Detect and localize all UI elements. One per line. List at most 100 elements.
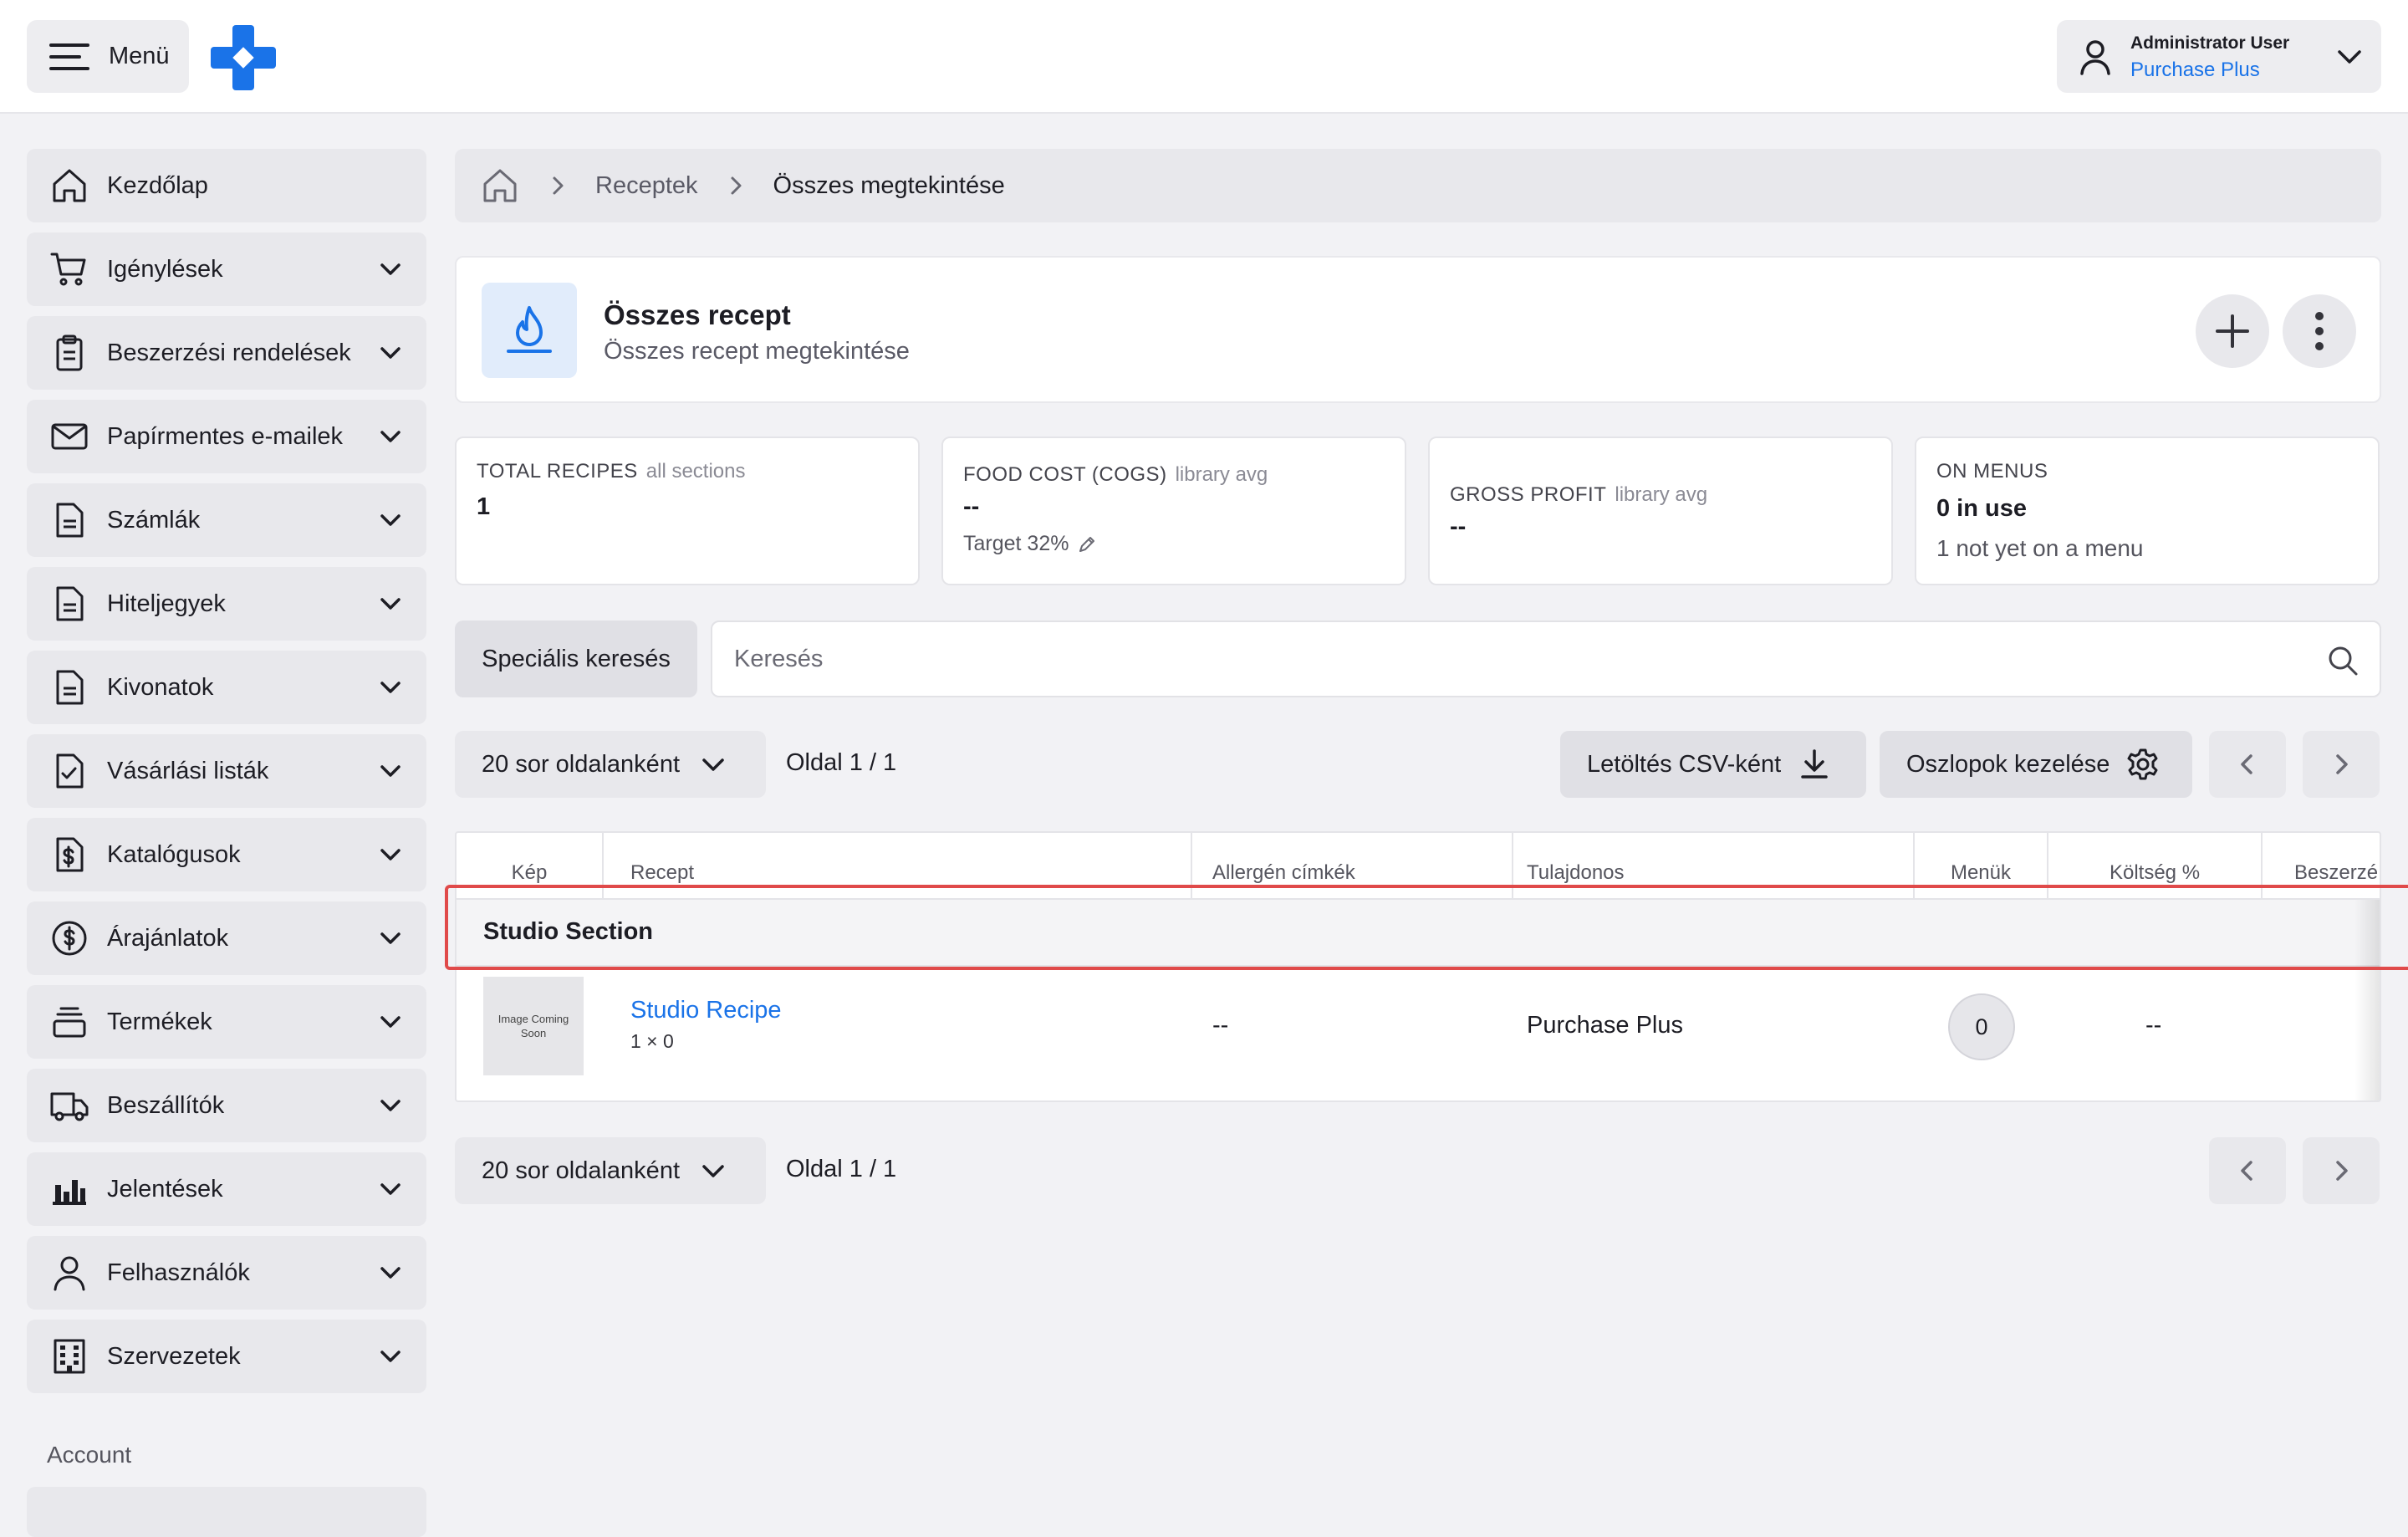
sidebar-item-szamlak[interactable]: Számlák xyxy=(27,483,426,557)
kebab-icon xyxy=(2315,312,2324,350)
home-icon[interactable] xyxy=(480,166,520,206)
sidebar-item-hiteljegyek[interactable]: Hiteljegyek xyxy=(27,567,426,641)
truck-icon xyxy=(50,1092,89,1121)
next-page-button[interactable] xyxy=(2303,731,2380,798)
sidebar-item-felhasznalok[interactable]: Felhasználók xyxy=(27,1236,426,1310)
stat-total-recipes: TOTAL RECIPES all sections 1 xyxy=(455,437,920,585)
advanced-search-button[interactable]: Speciális keresés xyxy=(455,620,697,697)
page-title: Összes recept xyxy=(604,299,791,330)
sidebar-item-label: Szervezetek xyxy=(107,1342,241,1370)
dollar-document-icon xyxy=(56,837,84,872)
sidebar-item-kivonatok[interactable]: Kivonatok xyxy=(27,651,426,724)
sidebar-item-beszerzesi-rendelesek[interactable]: Beszerzési rendelések xyxy=(27,316,426,390)
search-placeholder: Keresés xyxy=(734,645,824,672)
breadcrumb-receptek[interactable]: Receptek xyxy=(595,172,698,200)
menus-count-badge[interactable]: 0 xyxy=(1948,993,2015,1060)
rows-per-page-label: 20 sor oldalanként xyxy=(482,750,680,778)
sidebar-item-label: Hiteljegyek xyxy=(107,590,226,617)
checklist-icon xyxy=(56,753,84,789)
stat-sublabel: all sections xyxy=(645,460,746,483)
breadcrumb-current: Összes megtekintése xyxy=(773,171,1005,199)
sidebar-item-label: Beszállítók xyxy=(107,1091,225,1119)
sidebar-item-account-partial[interactable] xyxy=(27,1487,426,1537)
sidebar-section-account: Account xyxy=(47,1442,132,1468)
chevron-down-icon xyxy=(380,1267,400,1279)
sidebar-item-arajanlatok[interactable]: Árajánlatok xyxy=(27,901,426,975)
stat-label: TOTAL RECIPES xyxy=(477,460,638,483)
stat-label: GROSS PROFIT xyxy=(1450,483,1607,506)
add-recipe-button[interactable] xyxy=(2196,294,2269,368)
sidebar-item-label: Papírmentes e-mailek xyxy=(107,422,344,450)
stat-value: 1 xyxy=(477,493,491,520)
more-options-button[interactable] xyxy=(2283,294,2356,368)
user-name: Administrator User xyxy=(2130,33,2290,53)
chevron-right-icon xyxy=(553,176,564,195)
sidebar-item-label: Katalógusok xyxy=(107,840,241,868)
sidebar-item-papirmentes-e-mailek[interactable]: Papírmentes e-mailek xyxy=(27,400,426,473)
chevron-down-icon xyxy=(380,932,400,944)
bar-chart-icon xyxy=(53,1180,86,1205)
previous-page-button[interactable] xyxy=(2209,731,2286,798)
recipe-image-placeholder: Image Coming Soon xyxy=(483,977,584,1075)
dollar-circle-icon xyxy=(52,921,87,956)
chevron-down-icon xyxy=(380,347,400,359)
manage-columns-button[interactable]: Oszlopok kezelése xyxy=(1880,731,2192,798)
rows-per-page-select-bottom[interactable]: 20 sor oldalanként xyxy=(455,1137,766,1204)
table-row[interactable]: Image Coming Soon Studio Recipe 1 × 0 --… xyxy=(457,968,2380,1100)
chevron-right-icon xyxy=(2336,1161,2348,1181)
cart-icon xyxy=(50,253,86,286)
building-icon xyxy=(54,1339,85,1374)
recipe-yield: 1 × 0 xyxy=(630,1030,674,1052)
sidebar-item-label: Vásárlási listák xyxy=(107,757,269,784)
sidebar-item-jelentesek[interactable]: Jelentések xyxy=(27,1152,426,1226)
download-icon xyxy=(1801,749,1828,779)
next-page-button-bottom[interactable] xyxy=(2303,1137,2380,1204)
sidebar-item-szervezetek[interactable]: Szervezetek xyxy=(27,1320,426,1393)
user-icon xyxy=(54,1256,85,1291)
chevron-down-icon xyxy=(380,682,400,693)
document-icon xyxy=(56,503,84,538)
search-input[interactable]: Keresés xyxy=(711,620,2381,697)
stat-value: -- xyxy=(963,493,980,520)
cost-percent-cell: -- xyxy=(2145,1012,2162,1039)
chevron-down-icon xyxy=(702,758,724,771)
sidebar-item-kezdolap[interactable]: Kezdőlap xyxy=(27,149,426,222)
section-row-highlight xyxy=(445,885,2408,970)
sidebar-item-label: Kivonatok xyxy=(107,673,214,701)
chevron-down-icon xyxy=(380,1183,400,1195)
download-csv-button[interactable]: Letöltés CSV-ként xyxy=(1560,731,1866,798)
rows-per-page-label: 20 sor oldalanként xyxy=(482,1157,680,1184)
brand-logo[interactable] xyxy=(211,25,276,90)
manage-columns-label: Oszlopok kezelése xyxy=(1906,750,2110,778)
sidebar-item-label: Termékek xyxy=(107,1008,212,1035)
user-menu[interactable]: Administrator User Purchase Plus xyxy=(2057,20,2381,93)
sidebar-item-vasarlasi-listak[interactable]: Vásárlási listák xyxy=(27,734,426,808)
stat-note: 1 not yet on a menu xyxy=(1936,535,2144,561)
stat-food-cost: FOOD COST (COGS) library avg -- Target 32… xyxy=(941,437,1406,585)
previous-page-button-bottom[interactable] xyxy=(2209,1137,2286,1204)
sidebar-item-label: Számlák xyxy=(107,506,201,534)
rows-per-page-select[interactable]: 20 sor oldalanként xyxy=(455,731,766,798)
download-csv-label: Letöltés CSV-ként xyxy=(1587,750,1782,778)
sidebar-item-label: Kezdőlap xyxy=(107,171,208,199)
sidebar-item-termekek[interactable]: Termékek xyxy=(27,985,426,1059)
gear-icon xyxy=(2127,748,2158,780)
stat-on-menus: ON MENUS 0 in use 1 not yet on a menu xyxy=(1915,437,2380,585)
top-bar: Menü Administrator User Purchase Plus xyxy=(0,0,2408,114)
stat-value: 0 in use xyxy=(1936,495,2027,522)
sidebar-item-igenylesek[interactable]: Igénylések xyxy=(27,232,426,306)
sidebar-item-beszallitok[interactable]: Beszállítók xyxy=(27,1069,426,1142)
stat-value: -- xyxy=(1450,513,1467,540)
menu-button[interactable]: Menü xyxy=(27,20,189,93)
user-organization: Purchase Plus xyxy=(2130,59,2260,81)
pencil-icon[interactable] xyxy=(1077,534,1097,554)
chevron-right-icon xyxy=(2336,754,2348,774)
page-info-bottom: Oldal 1 / 1 xyxy=(786,1156,897,1182)
stack-icon xyxy=(53,1007,86,1038)
recipe-name-link[interactable]: Studio Recipe xyxy=(630,997,782,1024)
chevron-down-icon xyxy=(380,514,400,526)
stat-sublabel: library avg xyxy=(1615,483,1708,506)
sidebar-item-katalogusok[interactable]: Katalógusok xyxy=(27,818,426,891)
search-icon[interactable] xyxy=(2326,644,2360,677)
stat-label: ON MENUS xyxy=(1936,460,2048,483)
